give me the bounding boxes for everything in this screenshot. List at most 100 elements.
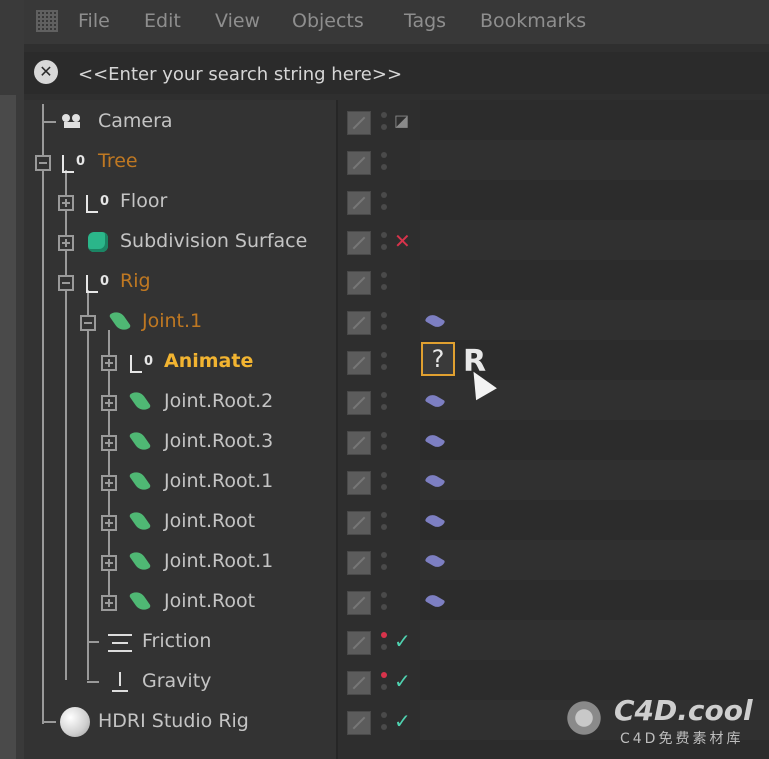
editor-visibility-toggle[interactable] <box>347 711 371 735</box>
object-row-subdivision-surface[interactable]: Subdivision Surface ✕ <box>0 222 769 262</box>
object-name[interactable]: Joint.Root.1 <box>164 470 273 492</box>
object-row-joint-root-1b[interactable]: Joint.Root.1 <box>0 542 769 582</box>
menu-objects[interactable]: Objects <box>292 10 364 32</box>
menu-edit[interactable]: Edit <box>144 10 181 32</box>
menu-view[interactable]: View <box>215 10 260 32</box>
render-visibility-dots[interactable] <box>381 350 387 374</box>
object-row-floor[interactable]: 0 Floor <box>0 182 769 222</box>
object-name[interactable]: Joint.Root.3 <box>164 430 273 452</box>
object-name[interactable]: Rig <box>120 270 151 292</box>
ik-tag-icon[interactable] <box>424 472 448 492</box>
expand-toggle-icon[interactable] <box>101 555 117 571</box>
expand-toggle-icon[interactable] <box>101 595 117 611</box>
render-visibility-dots[interactable] <box>381 310 387 334</box>
object-row-joint-root-2[interactable]: Joint.Root.2 <box>0 382 769 422</box>
collapse-toggle-icon[interactable] <box>35 155 51 171</box>
editor-visibility-toggle[interactable] <box>347 671 371 695</box>
render-visibility-dots[interactable] <box>381 710 387 734</box>
render-visibility-dots[interactable] <box>381 470 387 494</box>
menu-file[interactable]: File <box>78 10 110 32</box>
object-name[interactable]: Gravity <box>142 670 211 692</box>
ik-tag-icon[interactable] <box>424 432 448 452</box>
close-search-icon[interactable]: ✕ <box>34 60 58 84</box>
expand-toggle-icon[interactable] <box>101 515 117 531</box>
panel-grip-icon[interactable] <box>36 10 58 32</box>
enabled-check-icon[interactable]: ✓ <box>394 628 411 654</box>
object-name[interactable]: Camera <box>98 110 173 132</box>
render-visibility-dots[interactable] <box>381 150 387 174</box>
object-name[interactable]: Joint.Root.1 <box>164 550 273 572</box>
menu-tags[interactable]: Tags <box>404 10 446 32</box>
sphere-icon <box>60 707 90 737</box>
editor-visibility-toggle[interactable] <box>347 391 371 415</box>
editor-visibility-toggle[interactable] <box>347 311 371 335</box>
render-visibility-dots[interactable] <box>381 630 387 654</box>
enabled-check-icon[interactable]: ✓ <box>394 668 411 694</box>
render-visibility-dots[interactable] <box>381 230 387 254</box>
object-row-rig[interactable]: 0 Rig <box>0 262 769 302</box>
object-row-joint-root-3[interactable]: Joint.Root.3 <box>0 422 769 462</box>
editor-visibility-toggle[interactable] <box>347 271 371 295</box>
ik-tag-icon[interactable] <box>424 552 448 572</box>
ik-tag-icon[interactable] <box>424 312 448 332</box>
render-visibility-dots[interactable] <box>381 510 387 534</box>
object-row-friction[interactable]: Friction ✓ <box>0 622 769 662</box>
object-name[interactable]: Joint.Root <box>164 590 255 612</box>
unknown-tag-icon[interactable]: ? <box>421 342 455 376</box>
render-visibility-dots[interactable] <box>381 550 387 574</box>
collapse-toggle-icon[interactable] <box>58 275 74 291</box>
object-name[interactable]: Tree <box>98 150 138 172</box>
object-row-joint-1[interactable]: Joint.1 <box>0 302 769 342</box>
ik-tag-icon[interactable] <box>424 592 448 612</box>
object-name[interactable]: HDRI Studio Rig <box>98 710 249 732</box>
editor-visibility-toggle[interactable] <box>347 471 371 495</box>
render-visibility-dots[interactable] <box>381 110 387 134</box>
null-object-icon: 0 <box>86 190 112 214</box>
object-row-camera[interactable]: Camera ◪ <box>0 102 769 142</box>
object-row-joint-root-b[interactable]: Joint.Root <box>0 582 769 622</box>
object-name[interactable]: Subdivision Surface <box>120 230 307 252</box>
enabled-check-icon[interactable]: ✓ <box>394 708 411 734</box>
collapse-toggle-icon[interactable] <box>80 315 96 331</box>
ik-tag-icon[interactable] <box>424 392 448 412</box>
render-visibility-dots[interactable] <box>381 590 387 614</box>
expand-toggle-icon[interactable] <box>58 235 74 251</box>
object-name[interactable]: Animate <box>164 350 253 372</box>
editor-visibility-toggle[interactable] <box>347 191 371 215</box>
object-name[interactable]: Floor <box>120 190 167 212</box>
disabled-cross-icon[interactable]: ✕ <box>394 228 411 254</box>
render-visibility-dots[interactable] <box>381 430 387 454</box>
object-name[interactable]: Joint.Root <box>164 510 255 532</box>
render-visibility-dots[interactable] <box>381 670 387 694</box>
joint-icon <box>128 468 152 494</box>
menu-bookmarks[interactable]: Bookmarks <box>480 10 586 32</box>
expand-toggle-icon[interactable] <box>101 355 117 371</box>
object-row-animate[interactable]: 0 Animate <box>0 342 769 382</box>
object-name[interactable]: Joint.Root.2 <box>164 390 273 412</box>
render-visibility-dots[interactable] <box>381 270 387 294</box>
editor-visibility-toggle[interactable] <box>347 431 371 455</box>
object-row-joint-root[interactable]: Joint.Root <box>0 502 769 542</box>
render-visibility-dots[interactable] <box>381 390 387 414</box>
editor-visibility-toggle[interactable] <box>347 631 371 655</box>
camera-target-icon[interactable]: ◪ <box>394 108 409 134</box>
editor-visibility-toggle[interactable] <box>347 231 371 255</box>
object-name[interactable]: Joint.1 <box>142 310 202 332</box>
ik-tag-icon[interactable] <box>424 512 448 532</box>
watermark-subtitle: C4D免费素材库 <box>620 731 744 747</box>
render-visibility-dots[interactable] <box>381 190 387 214</box>
search-input[interactable] <box>76 56 769 92</box>
object-name[interactable]: Friction <box>142 630 211 652</box>
expand-toggle-icon[interactable] <box>101 435 117 451</box>
expand-toggle-icon[interactable] <box>101 475 117 491</box>
editor-visibility-toggle[interactable] <box>347 351 371 375</box>
expand-toggle-icon[interactable] <box>58 195 74 211</box>
editor-visibility-toggle[interactable] <box>347 511 371 535</box>
editor-visibility-toggle[interactable] <box>347 591 371 615</box>
editor-visibility-toggle[interactable] <box>347 111 371 135</box>
expand-toggle-icon[interactable] <box>101 395 117 411</box>
object-row-joint-root-1[interactable]: Joint.Root.1 <box>0 462 769 502</box>
object-row-tree[interactable]: 0 Tree <box>0 142 769 182</box>
editor-visibility-toggle[interactable] <box>347 551 371 575</box>
editor-visibility-toggle[interactable] <box>347 151 371 175</box>
